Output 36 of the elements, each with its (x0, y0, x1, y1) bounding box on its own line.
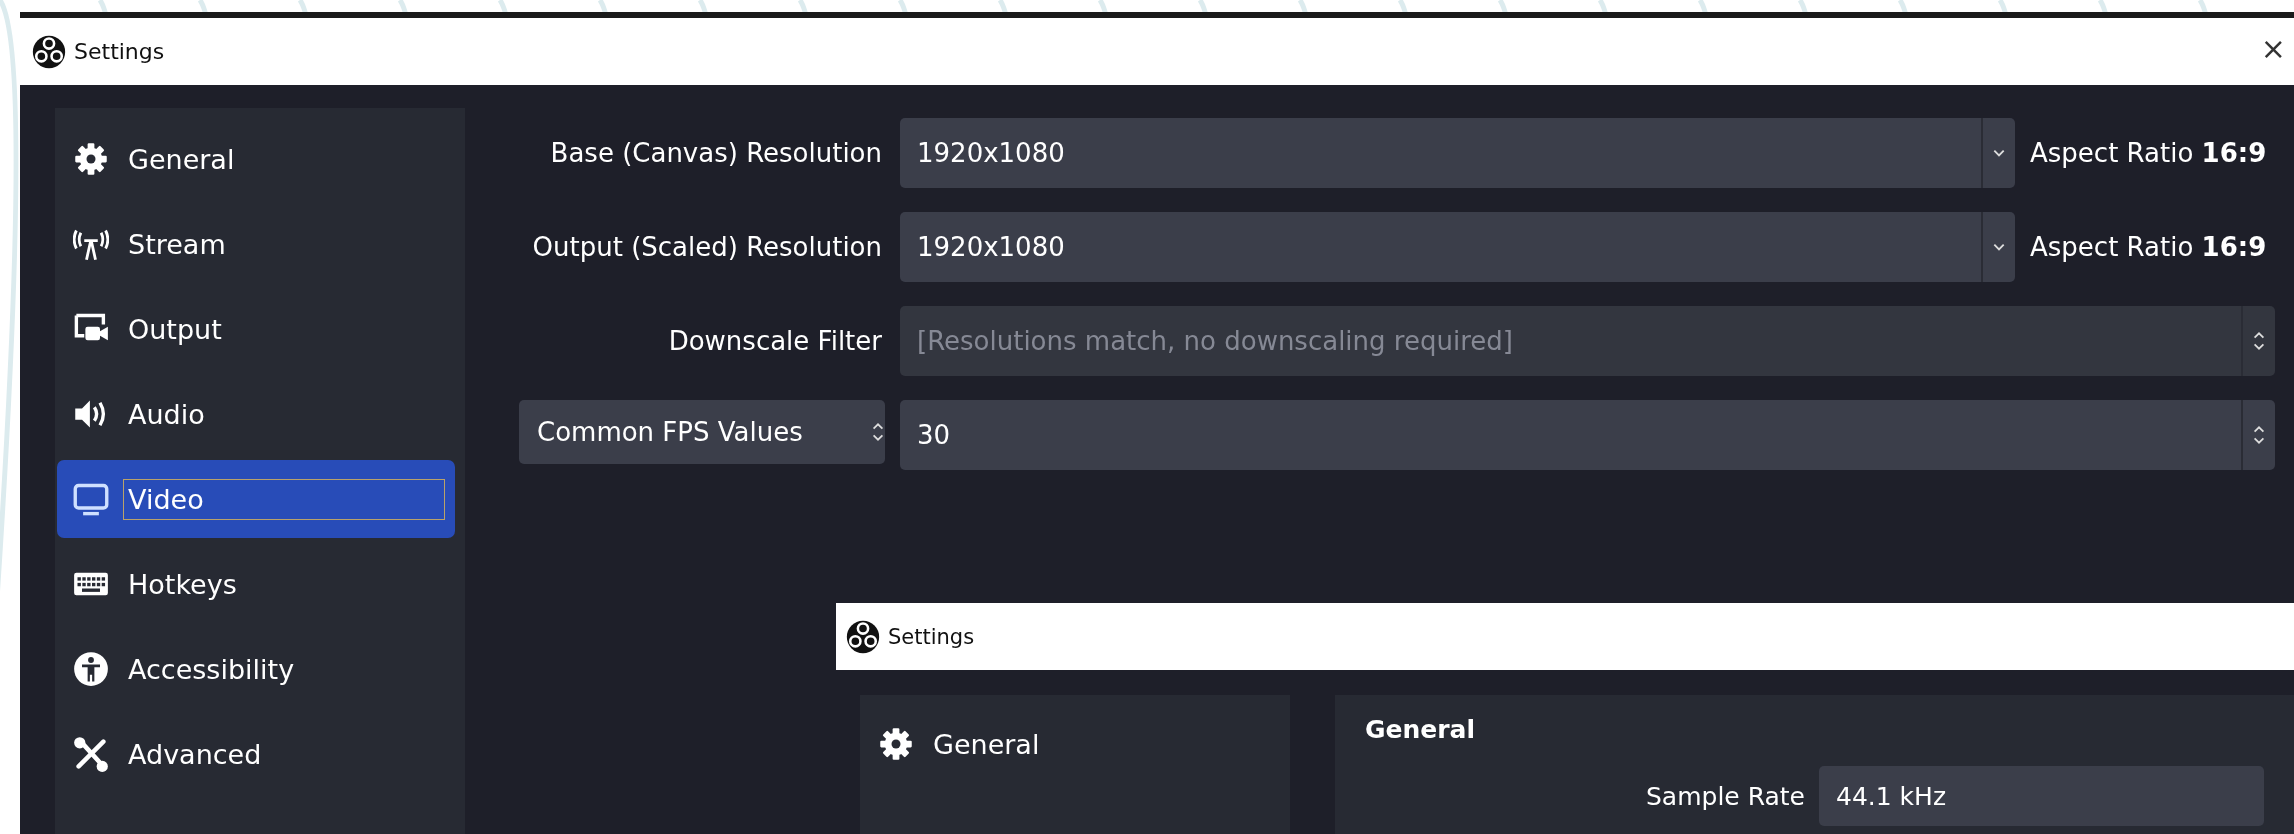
sample-rate-dropdown[interactable]: 44.1 kHz (1819, 766, 2264, 826)
field-label: Base (Canvas) Resolution (550, 138, 882, 168)
up-down-icon (2252, 330, 2266, 352)
accessibility-icon (73, 651, 109, 687)
logo-icon (32, 34, 66, 69)
resolution-dropdown[interactable]: 1920x1080 (900, 118, 2015, 188)
sidebar-item[interactable]: Accessibility (57, 630, 455, 708)
sidebar-item[interactable]: General (57, 120, 455, 198)
chevron-down-icon (1992, 242, 2006, 252)
sidebar-item[interactable]: General (862, 705, 1280, 783)
sidebar-item[interactable]: Output (57, 290, 455, 368)
field-label: Output (Scaled) Resolution (532, 232, 882, 262)
sidebar-item[interactable]: Stream (57, 205, 455, 283)
fps-dropdown[interactable]: 30 (900, 400, 2275, 470)
aspect-ratio-text: Aspect Ratio 16:9 (2030, 232, 2268, 262)
up-down-icon (871, 421, 885, 443)
gear-icon (878, 726, 914, 762)
section-title: General (1365, 715, 1476, 744)
close-button[interactable]: × (2260, 31, 2286, 72)
sidebar-item[interactable]: Hotkeys (57, 545, 455, 623)
resolution-dropdown[interactable]: 1920x1080 (900, 212, 2015, 282)
monitor-icon (73, 481, 109, 517)
sidebar-item[interactable]: Audio (57, 375, 455, 453)
up-down-icon (2252, 424, 2266, 446)
window-title: Settings (74, 39, 166, 64)
field-label: Sample Rate (1645, 781, 1805, 811)
fps-type-dropdown[interactable]: Common FPS Values (519, 400, 885, 464)
tools-icon (73, 736, 109, 772)
sidebar-item[interactable]: Advanced (57, 715, 455, 793)
sidebar-item[interactable]: Video (57, 460, 455, 538)
gear-icon (73, 141, 109, 177)
chevron-down-icon (1992, 148, 2006, 158)
logo-icon (846, 619, 880, 654)
window-title: Settings (888, 624, 976, 649)
field-label: Downscale Filter (668, 326, 882, 356)
aspect-ratio-text: Aspect Ratio 16:9 (2030, 138, 2268, 168)
